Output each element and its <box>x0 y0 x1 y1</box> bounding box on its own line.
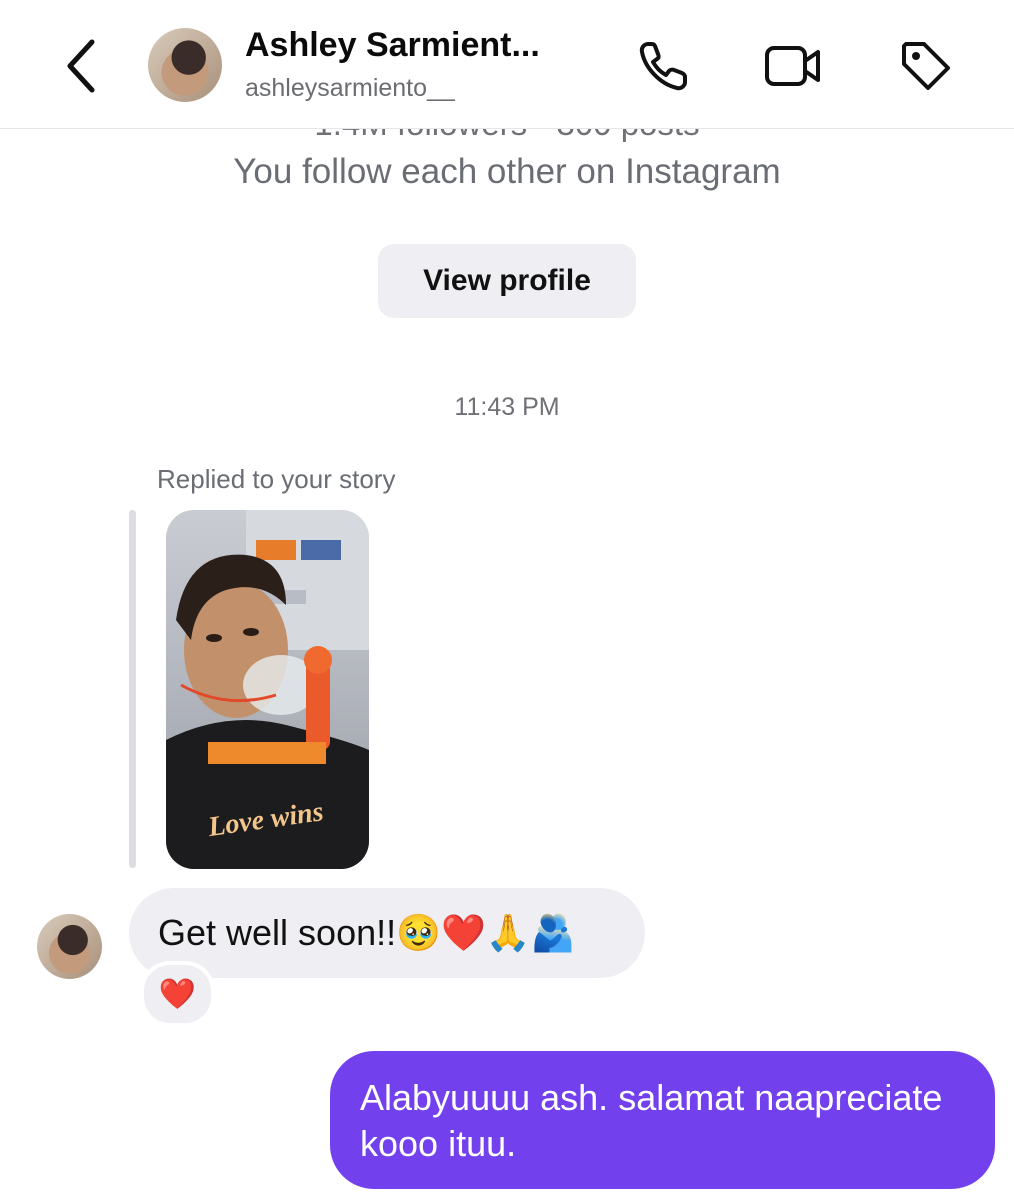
contact-avatar[interactable] <box>148 28 222 102</box>
view-profile-button[interactable]: View profile <box>378 244 636 318</box>
back-chevron-icon[interactable] <box>62 38 102 94</box>
contact-name[interactable]: Ashley Sarmient... <box>245 26 540 65</box>
phone-icon[interactable] <box>634 36 694 96</box>
story-thumbnail[interactable]: Love wins <box>166 510 369 869</box>
sender-avatar[interactable] <box>37 914 102 979</box>
outgoing-message-bubble[interactable]: Alabyuuuu ash. salamat naapreciate kooo … <box>330 1051 995 1189</box>
tag-icon[interactable] <box>896 36 956 96</box>
video-camera-icon[interactable] <box>763 36 823 96</box>
incoming-message-bubble[interactable]: Get well soon!!🥹❤️🙏🫂 <box>129 888 645 978</box>
quote-bar <box>129 510 136 868</box>
message-reaction[interactable]: ❤️ <box>140 961 215 1027</box>
contact-handle[interactable]: ashleysarmiento__ <box>245 74 455 103</box>
story-reply-label: Replied to your story <box>157 464 396 494</box>
chat-header: Ashley Sarmient... ashleysarmiento__ <box>0 0 1014 129</box>
message-timestamp: 11:43 PM <box>454 393 560 421</box>
mutual-follow-text: You follow each other on Instagram <box>233 152 781 191</box>
